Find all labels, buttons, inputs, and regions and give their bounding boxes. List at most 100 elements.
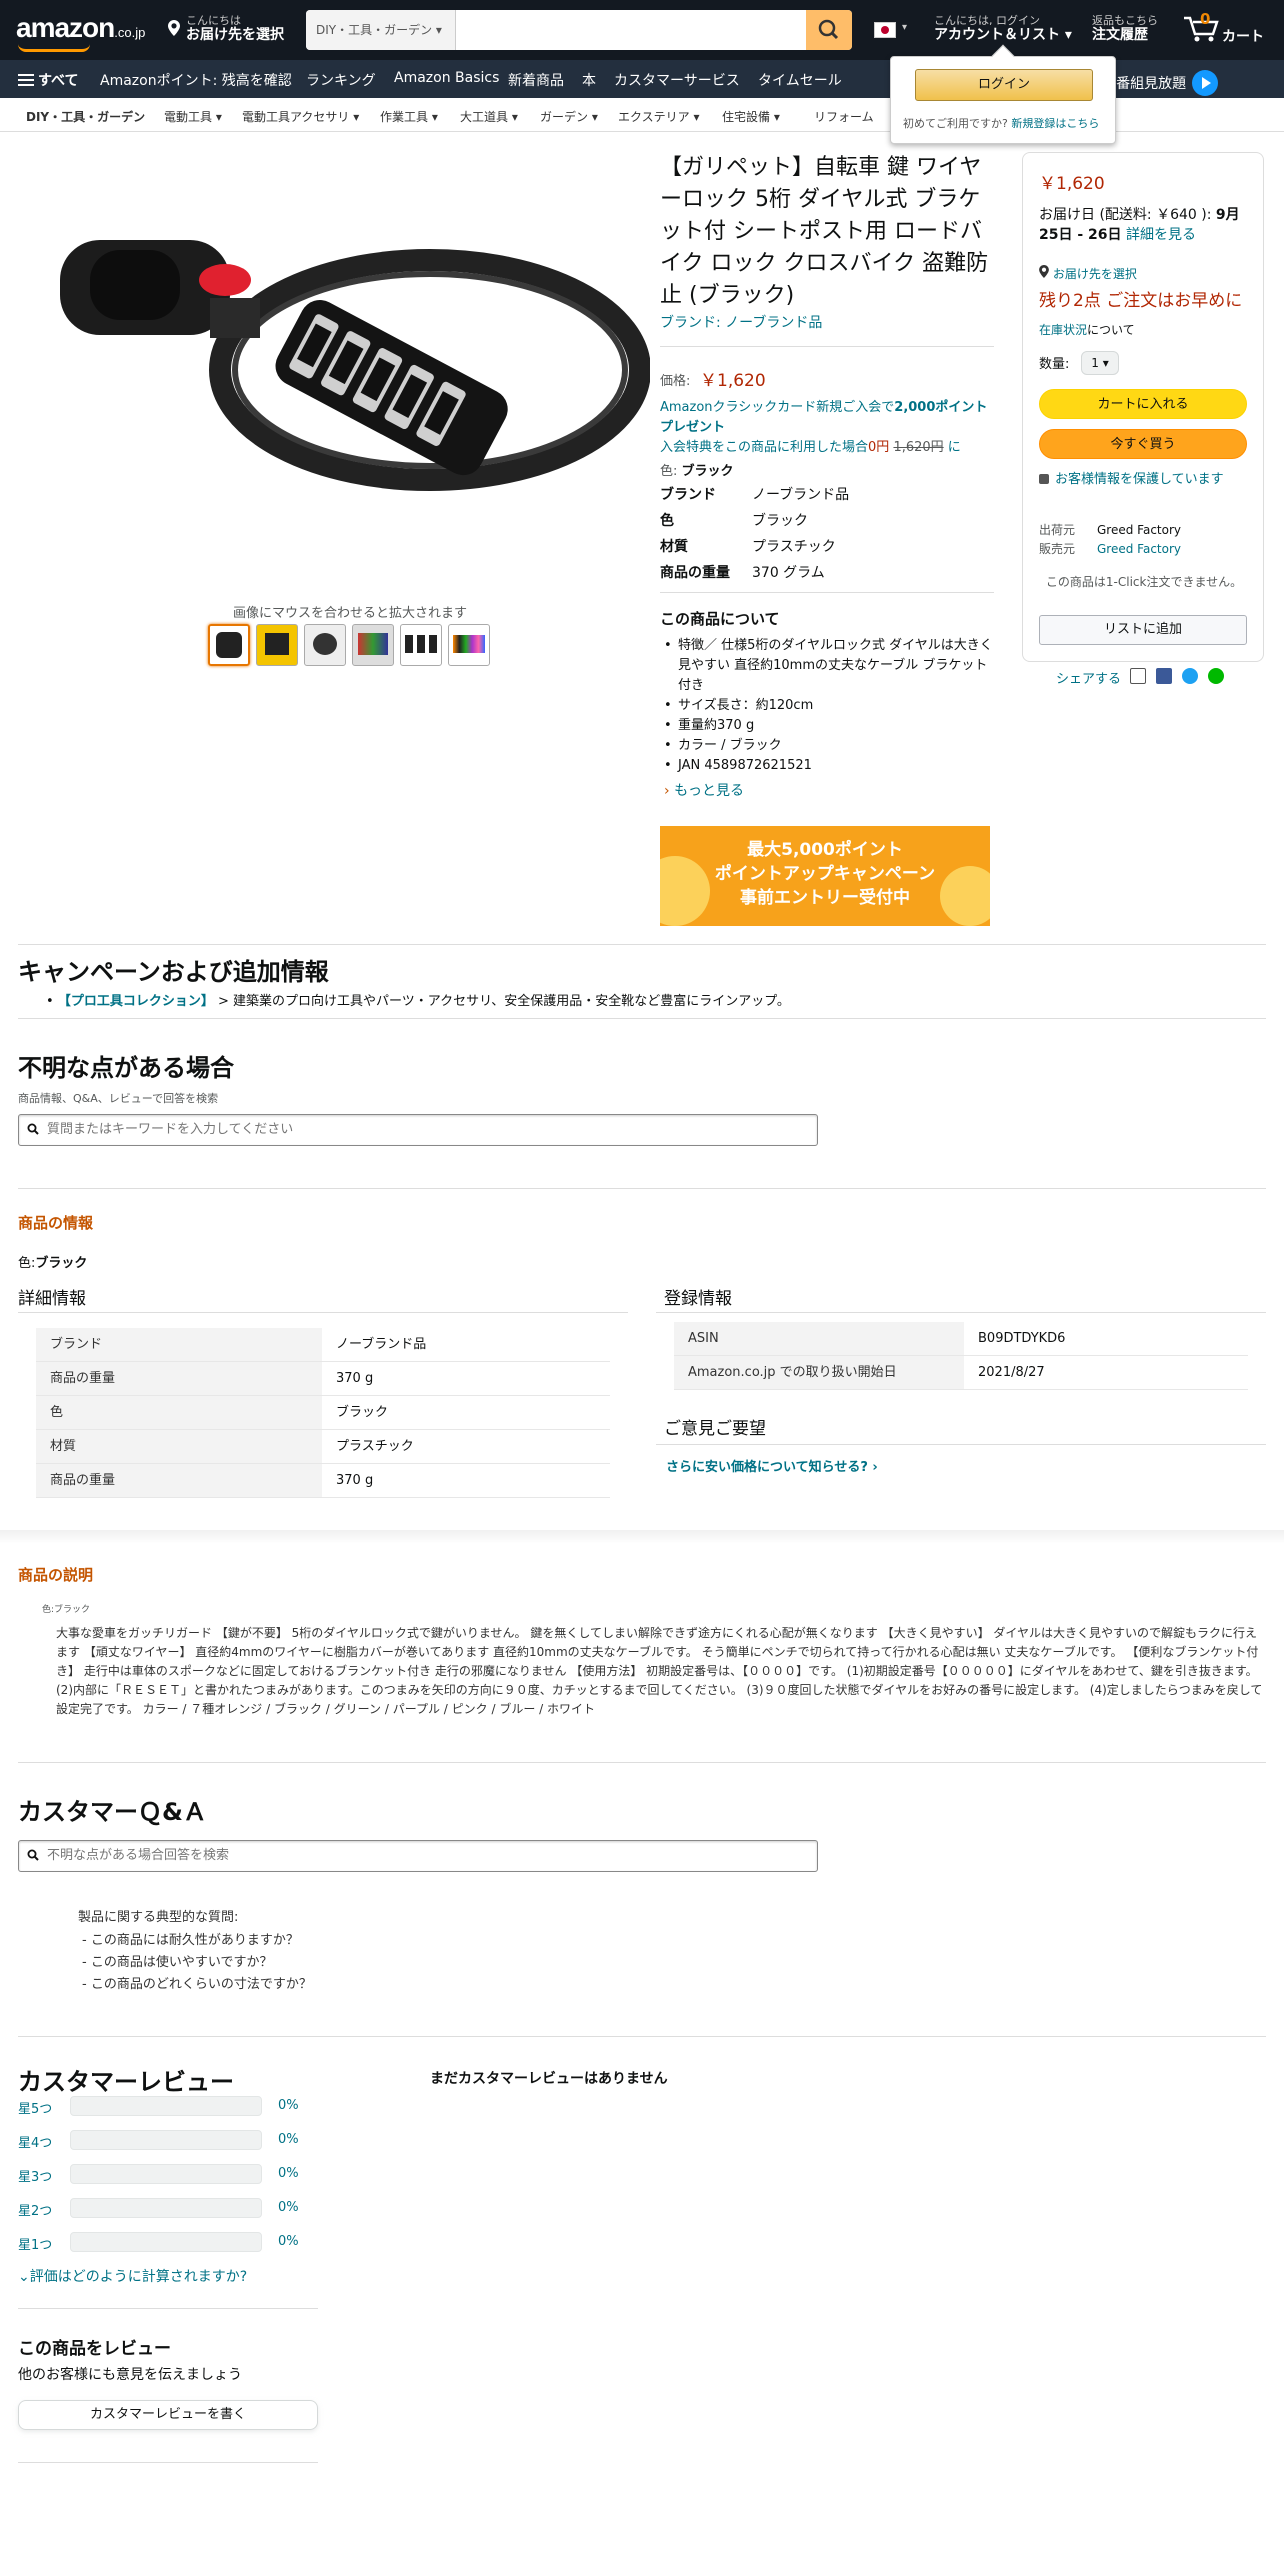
- campaign-link[interactable]: 【プロ工具コレクション】: [58, 994, 214, 1009]
- location-pin-icon: [168, 20, 180, 36]
- question-search-input[interactable]: 質問またはキーワードを入力してください: [18, 1114, 818, 1146]
- star-rating-percent[interactable]: 0%: [278, 2200, 299, 2215]
- nav-item-basics[interactable]: Amazon Basics: [394, 70, 499, 86]
- secure-transaction-link[interactable]: お客様情報を保護しています: [1039, 471, 1255, 489]
- buy-now-button[interactable]: 今すぐ買う: [1039, 429, 1247, 459]
- subnav-reform[interactable]: リフォーム: [814, 108, 874, 125]
- registration-key: ASIN: [674, 1322, 964, 1355]
- subnav-power-tool-accessories[interactable]: 電動工具アクセサリ ▾: [242, 108, 359, 125]
- amazon-logo[interactable]: amazon.co.jp: [16, 12, 145, 52]
- add-to-list-button[interactable]: リストに追加: [1039, 615, 1247, 645]
- star-rating-label[interactable]: 星2つ: [18, 2200, 52, 2219]
- product-main-image[interactable]: [50, 170, 651, 570]
- star-rating-bar[interactable]: [70, 2130, 262, 2150]
- nav-item-timesale[interactable]: タイムセール: [758, 70, 842, 90]
- subnav-garden[interactable]: ガーデン ▾: [540, 108, 598, 125]
- card-promo[interactable]: Amazonクラシックカード新規ご入会で2,000ポイントプレゼント 入会特典を…: [660, 398, 990, 458]
- account-lists-button[interactable]: こんにちは, ログイン アカウント＆リスト ▾: [934, 14, 1072, 42]
- deliver-to-button[interactable]: こんにちは お届け先を選択: [168, 14, 284, 42]
- orders-button[interactable]: 返品もこちら 注文履歴: [1092, 14, 1158, 42]
- nav-item-new[interactable]: 新着商品: [508, 70, 564, 90]
- star-rating-label[interactable]: 星4つ: [18, 2132, 52, 2151]
- email-share-icon[interactable]: [1130, 668, 1146, 684]
- star-rating-label[interactable]: 星1つ: [18, 2234, 52, 2253]
- twitter-icon[interactable]: [1182, 668, 1198, 684]
- thumbnail-4[interactable]: [352, 624, 394, 666]
- stock-info: 在庫状況について: [1039, 321, 1135, 338]
- nav-item-customer-service[interactable]: カスタマーサービス: [614, 70, 740, 90]
- sign-in-flyout: ログイン 初めてご利用ですか? 新規登録はこちら: [890, 44, 1116, 144]
- subnav-exterior[interactable]: エクステリア ▾: [618, 108, 699, 125]
- star-rating-label[interactable]: 星3つ: [18, 2166, 52, 2185]
- facebook-icon[interactable]: [1156, 668, 1172, 684]
- nav-all-menu[interactable]: すべて: [18, 70, 78, 90]
- price-feedback-link[interactable]: さらに安い価格について知らせる? ›: [666, 1456, 878, 1475]
- subnav-carpentry[interactable]: 大工道具 ▾: [460, 108, 518, 125]
- search-category-select[interactable]: DIY・工具・ガーデン ▾: [306, 10, 456, 50]
- sign-in-button[interactable]: ログイン: [915, 69, 1093, 101]
- about-item: 重量約370 g: [660, 716, 994, 736]
- search-icon: [27, 1849, 39, 1861]
- detail-key: 色: [36, 1396, 322, 1429]
- brand-link[interactable]: ブランド: ノーブランド品: [660, 312, 822, 332]
- star-rating-percent[interactable]: 0%: [278, 2132, 299, 2147]
- nav-item-points[interactable]: Amazonポイント: 残高を確認: [100, 70, 292, 90]
- share-link[interactable]: シェアする: [1056, 668, 1121, 687]
- delivery-details-link[interactable]: 詳細を見る: [1126, 227, 1196, 243]
- star-rating-bar[interactable]: [70, 2232, 262, 2252]
- search-input[interactable]: [456, 10, 806, 50]
- play-icon: [1192, 70, 1219, 96]
- qa-item[interactable]: - この商品は使いやすいですか？: [82, 1952, 312, 1974]
- star-rating-label[interactable]: 星5つ: [18, 2098, 52, 2117]
- product-info-title: 商品の情報: [18, 1214, 94, 1232]
- quantity-select[interactable]: 1 ▾: [1081, 351, 1119, 375]
- add-to-cart-button[interactable]: カートに入れる: [1039, 389, 1247, 419]
- about-item: カラー / ブラック: [660, 736, 994, 756]
- divider: [18, 1188, 1266, 1189]
- divider: [18, 1762, 1266, 1763]
- star-rating-percent[interactable]: 0%: [278, 2234, 299, 2249]
- product-title: 【ガリペット】自転車 鍵 ワイヤーロック 5桁 ダイヤル式 ブラケット付 シート…: [660, 155, 989, 308]
- qa-item[interactable]: - この商品のどれくらいの寸法ですか？: [82, 1974, 312, 1996]
- about-list: 特徴／ 仕様5桁のダイヤルロック式 ダイヤルは大きく見やすい 直径約10mmの丈…: [660, 636, 994, 776]
- thumbnail-1[interactable]: [208, 624, 250, 666]
- seller-link[interactable]: Greed Factory: [1097, 542, 1181, 556]
- rating-calc-link[interactable]: ⌄評価はどのように計算されますか?: [18, 2266, 247, 2286]
- search-button[interactable]: [806, 10, 852, 50]
- select-location-link[interactable]: お届け先を選択: [1039, 265, 1137, 282]
- star-rating-percent[interactable]: 0%: [278, 2098, 299, 2113]
- qa-search-input[interactable]: 不明な点がある場合回答を検索: [18, 1840, 818, 1872]
- cart-count: 0: [1200, 10, 1211, 28]
- info-color-label: 色:: [18, 1256, 36, 1271]
- star-rating-bar[interactable]: [70, 2164, 262, 2184]
- subnav-power-tools[interactable]: 電動工具 ▾: [164, 108, 222, 125]
- thumbnail-6[interactable]: [448, 624, 490, 666]
- star-rating-bar[interactable]: [70, 2198, 262, 2218]
- subnav-housing[interactable]: 住宅設備 ▾: [722, 108, 780, 125]
- points-campaign-banner[interactable]: 最大5,000ポイント ポイントアップキャンペーン 事前エントリー受付中: [660, 826, 990, 926]
- see-more-link[interactable]: › もっと見る: [664, 780, 744, 800]
- thumbnail-2[interactable]: [256, 624, 298, 666]
- detail-table: ブランド ノーブランド品 商品の重量 370 g 色ブラック 材質 プラスチック 商品…: [36, 1328, 610, 1498]
- sold-by-row: 販売元 Greed Factory: [1039, 540, 1181, 559]
- thumbnail-5[interactable]: [400, 624, 442, 666]
- nav-item-books[interactable]: 本: [582, 70, 596, 90]
- nav-item-ranking[interactable]: ランキング: [306, 70, 376, 90]
- register-link[interactable]: 新規登録はこちら: [1011, 117, 1099, 130]
- subnav-work-tools[interactable]: 作業工具 ▾: [380, 108, 438, 125]
- orders-sub: 返品もこちら: [1092, 14, 1158, 27]
- line-icon[interactable]: [1208, 668, 1224, 684]
- star-rating-percent[interactable]: 0%: [278, 2166, 299, 2181]
- qa-item[interactable]: - この商品には耐久性がありますか？: [82, 1930, 312, 1952]
- qa-question: この商品には耐久性がありますか？: [90, 1933, 299, 1948]
- subnav-diy[interactable]: DIY・工具・ガーデン: [26, 108, 145, 125]
- description-text: 大事な愛車をガッチリガード 【鍵が不要】 5桁のダイヤルロック式で鍵がいりません…: [56, 1626, 1263, 1716]
- spec-key: 商品の重量: [660, 565, 730, 581]
- write-review-button[interactable]: カスタマーレビューを書く: [18, 2400, 318, 2430]
- stock-status-link[interactable]: 在庫状況: [1039, 323, 1087, 337]
- japan-flag-icon[interactable]: [874, 22, 896, 38]
- divider: [18, 944, 1266, 945]
- detail-title: 詳細情報: [18, 1289, 86, 1309]
- thumbnail-3[interactable]: [304, 624, 346, 666]
- star-rating-bar[interactable]: [70, 2096, 262, 2116]
